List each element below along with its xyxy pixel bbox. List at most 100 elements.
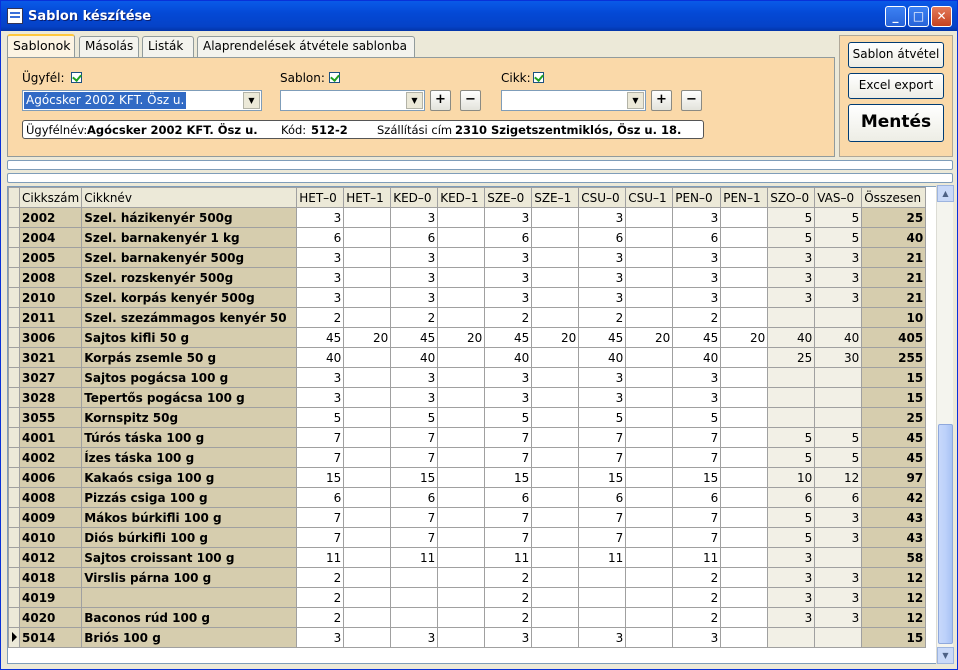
cell-quantity[interactable]: 3 xyxy=(767,607,816,628)
cell-cikknev[interactable]: Szel. szezámmagos kenyér 50 xyxy=(81,307,298,328)
cell-quantity[interactable]: 40 xyxy=(390,347,439,368)
cell-quantity[interactable]: 6 xyxy=(767,487,816,508)
cell-cikknev[interactable]: Szel. rozskenyér 500g xyxy=(81,267,298,288)
cell-osszesen[interactable]: 25 xyxy=(861,407,927,428)
cell-quantity[interactable]: 7 xyxy=(672,427,722,448)
cell-quantity[interactable] xyxy=(720,287,769,308)
cell-quantity[interactable]: 7 xyxy=(296,507,345,528)
cell-cikknev[interactable]: Szel. barnakenyér 500g xyxy=(81,247,298,268)
cell-quantity[interactable]: 45 xyxy=(484,327,533,348)
row-selector[interactable] xyxy=(8,207,20,228)
row-selector[interactable] xyxy=(8,467,20,488)
cell-quantity[interactable] xyxy=(343,247,392,268)
scroll-down-icon[interactable]: ▼ xyxy=(937,647,954,664)
chevron-down-icon[interactable]: ▼ xyxy=(627,92,644,109)
cell-cikknev[interactable]: Szel. barnakenyér 1 kg xyxy=(81,227,298,248)
cell-cikknev[interactable]: Pizzás csiga 100 g xyxy=(81,487,298,508)
cell-quantity[interactable] xyxy=(625,307,674,328)
cell-quantity[interactable] xyxy=(343,227,392,248)
row-selector[interactable] xyxy=(8,347,20,368)
cell-quantity[interactable]: 6 xyxy=(484,487,533,508)
cell-quantity[interactable]: 2 xyxy=(672,307,722,328)
cell-quantity[interactable] xyxy=(437,627,486,648)
cell-quantity[interactable] xyxy=(531,587,580,608)
cell-quantity[interactable]: 5 xyxy=(767,227,816,248)
title-bar[interactable]: Sablon készítése _ □ ✕ xyxy=(1,1,957,31)
cell-quantity[interactable] xyxy=(720,407,769,428)
cell-quantity[interactable]: 12 xyxy=(814,467,863,488)
cell-quantity[interactable] xyxy=(343,387,392,408)
row-selector[interactable] xyxy=(8,547,20,568)
cell-osszesen[interactable]: 40 xyxy=(861,227,927,248)
cell-quantity[interactable]: 3 xyxy=(578,207,627,228)
cell-quantity[interactable] xyxy=(437,527,486,548)
cell-quantity[interactable]: 2 xyxy=(296,587,345,608)
cell-quantity[interactable]: 3 xyxy=(390,627,439,648)
cell-quantity[interactable]: 20 xyxy=(343,327,392,348)
cell-cikknev[interactable]: Korpás zsemle 50 g xyxy=(81,347,298,368)
cell-quantity[interactable] xyxy=(720,227,769,248)
cell-quantity[interactable]: 7 xyxy=(390,447,439,468)
cell-quantity[interactable] xyxy=(343,567,392,588)
cell-quantity[interactable] xyxy=(625,507,674,528)
cell-quantity[interactable] xyxy=(625,467,674,488)
cell-osszesen[interactable]: 25 xyxy=(861,207,927,228)
ugyfel-checkbox[interactable] xyxy=(71,72,82,83)
cell-quantity[interactable]: 2 xyxy=(484,307,533,328)
cell-quantity[interactable] xyxy=(390,607,439,628)
data-grid[interactable]: Cikkszám Cikknév HET–0 HET–1 KED–0 KED–1 SZE–0… xyxy=(7,186,953,664)
cell-osszesen[interactable]: 45 xyxy=(861,447,927,468)
column-header[interactable]: CSU–1 xyxy=(625,187,674,208)
cell-quantity[interactable]: 3 xyxy=(672,267,722,288)
cell-quantity[interactable]: 2 xyxy=(672,587,722,608)
cell-quantity[interactable]: 7 xyxy=(578,447,627,468)
cell-quantity[interactable]: 3 xyxy=(484,207,533,228)
cell-quantity[interactable] xyxy=(531,387,580,408)
table-row[interactable]: 4020 Baconos rúd 100 g 2 2 2 3 3 12 xyxy=(8,607,927,628)
cell-quantity[interactable] xyxy=(437,387,486,408)
cell-cikkszam[interactable]: 4002 xyxy=(18,447,83,468)
table-row[interactable]: 2010 Szel. korpás kenyér 500g 3 3 3 3 3 3 3 21 xyxy=(8,287,927,308)
cell-cikkszam[interactable]: 4006 xyxy=(18,467,83,488)
cell-osszesen[interactable]: 97 xyxy=(861,467,927,488)
cell-cikkszam[interactable]: 4019 xyxy=(18,587,83,608)
cell-quantity[interactable] xyxy=(343,467,392,488)
cell-quantity[interactable]: 6 xyxy=(484,227,533,248)
cell-quantity[interactable]: 3 xyxy=(296,387,345,408)
cell-cikkszam[interactable]: 3027 xyxy=(18,367,83,388)
cell-quantity[interactable] xyxy=(720,347,769,368)
cell-quantity[interactable] xyxy=(531,347,580,368)
row-selector[interactable] xyxy=(8,287,20,308)
cell-quantity[interactable]: 25 xyxy=(767,347,816,368)
cell-quantity[interactable] xyxy=(437,407,486,428)
cell-quantity[interactable]: 45 xyxy=(578,327,627,348)
cell-cikkszam[interactable]: 5014 xyxy=(18,627,83,648)
cell-quantity[interactable]: 7 xyxy=(390,527,439,548)
cell-quantity[interactable]: 40 xyxy=(672,347,722,368)
row-selector[interactable] xyxy=(8,627,20,648)
cell-quantity[interactable] xyxy=(437,267,486,288)
cell-quantity[interactable]: 2 xyxy=(484,607,533,628)
cell-cikknev[interactable]: Kornspitz 50g xyxy=(81,407,298,428)
cell-quantity[interactable] xyxy=(814,387,863,408)
cell-quantity[interactable] xyxy=(531,547,580,568)
cell-quantity[interactable] xyxy=(343,287,392,308)
cell-quantity[interactable]: 5 xyxy=(767,447,816,468)
cell-quantity[interactable] xyxy=(531,527,580,548)
cell-cikknev[interactable]: Virslis párna 100 g xyxy=(81,567,298,588)
cell-quantity[interactable] xyxy=(343,367,392,388)
cell-quantity[interactable] xyxy=(437,487,486,508)
cell-quantity[interactable]: 3 xyxy=(814,587,863,608)
cell-quantity[interactable]: 15 xyxy=(672,467,722,488)
save-button[interactable]: Mentés xyxy=(848,104,944,142)
cell-cikknev[interactable]: Szel. házikenyér 500g xyxy=(81,207,298,228)
cell-quantity[interactable]: 7 xyxy=(484,427,533,448)
cell-quantity[interactable]: 3 xyxy=(296,267,345,288)
cell-quantity[interactable] xyxy=(437,507,486,528)
row-selector[interactable] xyxy=(8,407,20,428)
cell-quantity[interactable] xyxy=(343,527,392,548)
cell-quantity[interactable] xyxy=(531,427,580,448)
cell-osszesen[interactable]: 10 xyxy=(861,307,927,328)
cell-quantity[interactable] xyxy=(578,587,627,608)
cell-quantity[interactable]: 5 xyxy=(390,407,439,428)
